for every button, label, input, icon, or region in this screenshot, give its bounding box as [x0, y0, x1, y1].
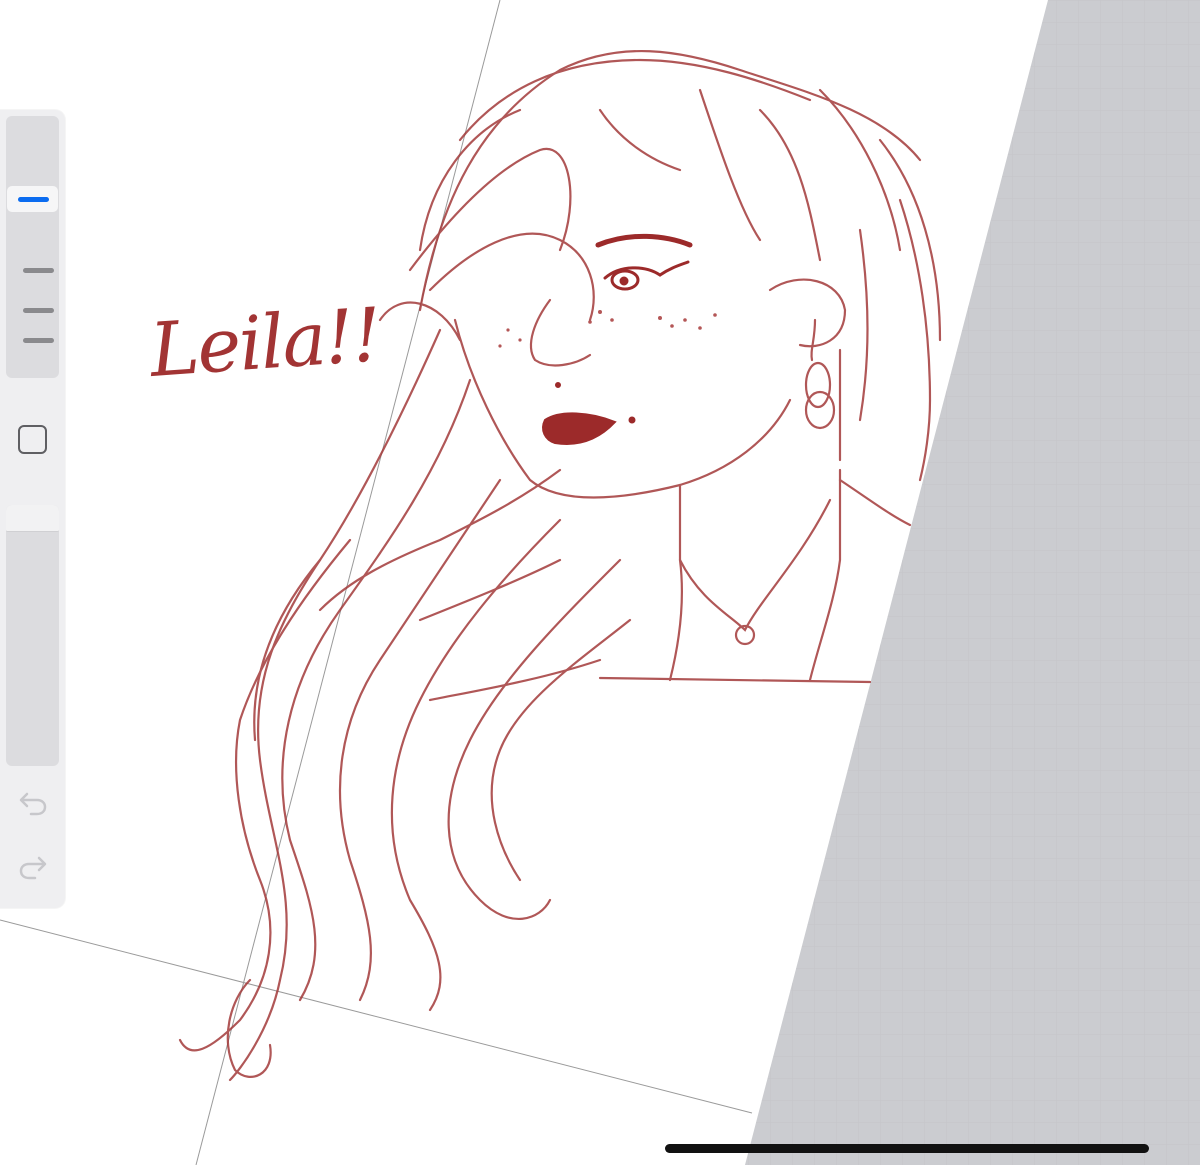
- drawing-app: Leila!!: [0, 0, 1200, 1165]
- drawing-canvas[interactable]: [0, 0, 1200, 1165]
- redo-icon[interactable]: [16, 849, 50, 883]
- brush-size-slider[interactable]: [6, 116, 59, 378]
- brush-size-indicator: [18, 197, 49, 202]
- opacity-thumb[interactable]: [6, 505, 59, 532]
- size-tick: [23, 308, 54, 313]
- brush-size-thumb[interactable]: [7, 186, 58, 212]
- tool-sidebar: [0, 110, 65, 908]
- home-indicator[interactable]: [665, 1144, 1149, 1153]
- opacity-slider[interactable]: [6, 505, 59, 766]
- size-tick: [23, 338, 54, 343]
- undo-icon[interactable]: [16, 785, 50, 819]
- modifier-square: [18, 425, 47, 454]
- size-tick: [23, 268, 54, 273]
- square-icon[interactable]: [16, 423, 49, 456]
- caption-text: Leila!!: [147, 292, 383, 394]
